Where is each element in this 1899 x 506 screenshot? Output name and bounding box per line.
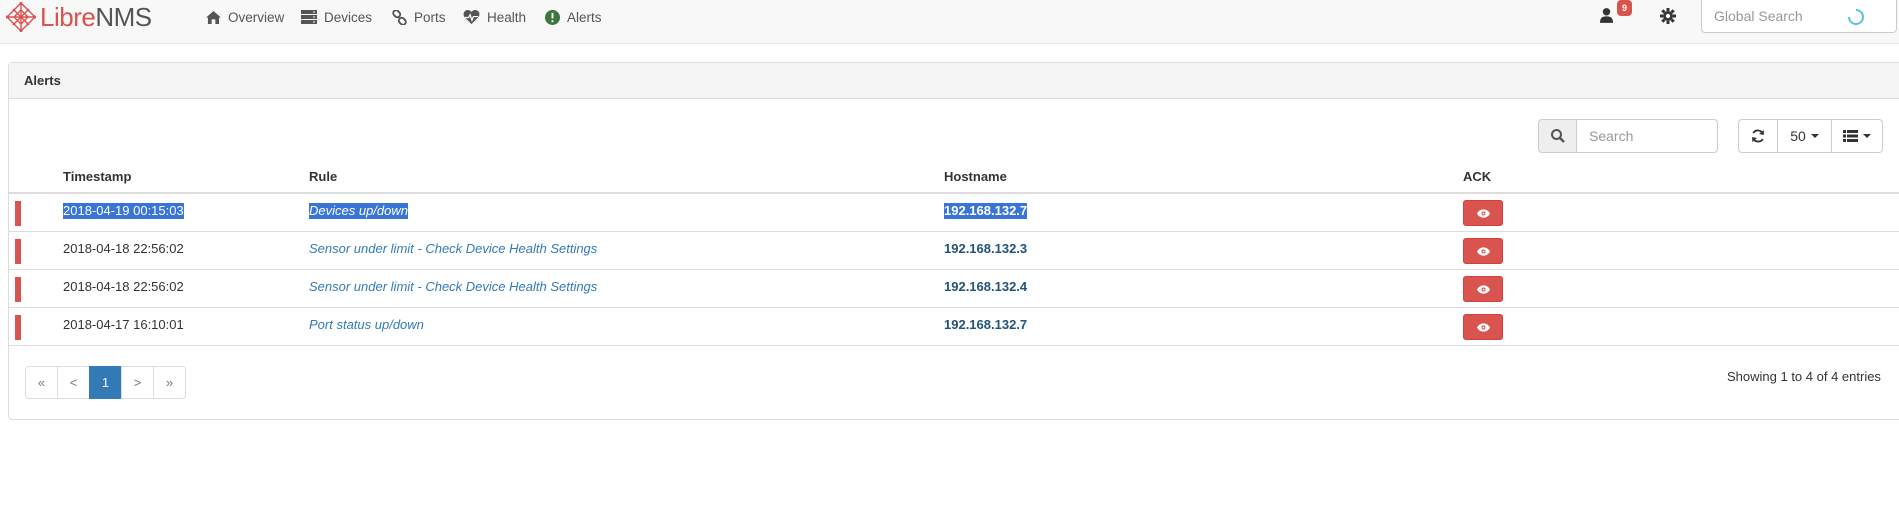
column-header-timestamp[interactable]: Timestamp bbox=[63, 169, 131, 184]
panel-heading: Alerts bbox=[9, 63, 1899, 99]
brand-logo[interactable]: LibreNMS bbox=[6, 0, 152, 34]
alert-hostname-link[interactable]: 192.168.132.3 bbox=[944, 241, 1027, 257]
pagination-next[interactable]: > bbox=[121, 366, 154, 399]
column-header-rule[interactable]: Rule bbox=[309, 169, 337, 184]
notification-badge[interactable]: 9 bbox=[1617, 0, 1632, 16]
table-search-input[interactable] bbox=[1577, 119, 1718, 153]
alert-timestamp: 2018-04-19 00:15:03 bbox=[63, 203, 184, 219]
table-row: 2018-04-18 22:56:02 Sensor under limit -… bbox=[9, 232, 1899, 270]
loading-spinner-icon bbox=[1848, 9, 1864, 25]
alert-hostname-link[interactable]: 192.168.132.4 bbox=[944, 279, 1027, 295]
user-menu[interactable] bbox=[1600, 8, 1613, 26]
brand-name-part1: Libre bbox=[40, 2, 96, 32]
nav-alerts-label: Alerts bbox=[567, 9, 602, 25]
alerts-table: Timestamp Rule Hostname ACK 2018-04-19 0… bbox=[9, 159, 1899, 346]
librenms-logo-icon bbox=[6, 2, 36, 32]
eye-icon bbox=[1476, 246, 1490, 256]
link-icon bbox=[392, 9, 407, 25]
pagination-last[interactable]: » bbox=[153, 366, 186, 399]
alert-rule-link[interactable]: Sensor under limit - Check Device Health… bbox=[309, 241, 597, 257]
caret-down-icon bbox=[1810, 134, 1819, 138]
pagination-info: Showing 1 to 4 of 4 entries bbox=[1727, 369, 1881, 384]
pagination-page-current[interactable]: 1 bbox=[89, 366, 122, 399]
user-icon bbox=[1600, 8, 1613, 23]
brand-name-part2: NMS bbox=[95, 2, 152, 32]
top-navbar: LibreNMS Overview Devices Ports Health A… bbox=[0, 0, 1899, 44]
column-header-hostname[interactable]: Hostname bbox=[944, 169, 1007, 184]
column-selector-dropdown[interactable] bbox=[1832, 119, 1883, 153]
eye-icon bbox=[1476, 284, 1490, 294]
table-row: 2018-04-18 22:56:02 Sensor under limit -… bbox=[9, 270, 1899, 308]
table-row: 2018-04-19 00:15:03 Devices up/down 192.… bbox=[9, 194, 1899, 232]
severity-indicator bbox=[15, 277, 21, 302]
alert-rule-link[interactable]: Port status up/down bbox=[309, 317, 424, 333]
alert-timestamp: 2018-04-17 16:10:01 bbox=[63, 317, 184, 332]
nav-health[interactable]: Health bbox=[463, 0, 526, 34]
brand-name: LibreNMS bbox=[40, 0, 152, 34]
pagination: « < 1 > » bbox=[25, 366, 186, 399]
nav-ports[interactable]: Ports bbox=[392, 0, 446, 34]
alert-hostname-link[interactable]: 192.168.132.7 bbox=[944, 317, 1027, 333]
page-size-dropdown[interactable]: 50 bbox=[1778, 119, 1832, 153]
list-icon bbox=[1843, 130, 1858, 142]
nav-devices[interactable]: Devices bbox=[301, 0, 372, 34]
alerts-panel: Alerts 50 bbox=[8, 62, 1899, 420]
ack-button[interactable] bbox=[1463, 200, 1503, 226]
ack-button[interactable] bbox=[1463, 276, 1503, 302]
server-icon bbox=[301, 10, 317, 24]
refresh-button[interactable] bbox=[1738, 119, 1778, 153]
eye-icon bbox=[1476, 208, 1490, 218]
severity-indicator bbox=[15, 201, 21, 226]
pagination-prev[interactable]: < bbox=[57, 366, 90, 399]
eye-icon bbox=[1476, 322, 1490, 332]
nav-devices-label: Devices bbox=[324, 9, 373, 25]
heartbeat-icon bbox=[463, 9, 480, 24]
nav-overview[interactable]: Overview bbox=[206, 0, 284, 34]
table-row: 2018-04-17 16:10:01 Port status up/down … bbox=[9, 308, 1899, 346]
settings-menu[interactable] bbox=[1660, 8, 1676, 27]
exclamation-circle-icon bbox=[545, 9, 560, 25]
alert-timestamp: 2018-04-18 22:56:02 bbox=[63, 241, 184, 256]
search-addon bbox=[1538, 119, 1577, 153]
gear-icon bbox=[1660, 8, 1676, 24]
global-search-input[interactable] bbox=[1701, 0, 1897, 33]
alert-hostname-link[interactable]: 192.168.132.7 bbox=[944, 203, 1028, 219]
nav-overview-label: Overview bbox=[228, 9, 285, 25]
caret-down-icon bbox=[1863, 134, 1871, 138]
panel-title: Alerts bbox=[24, 73, 61, 88]
table-actions: 50 bbox=[1738, 119, 1883, 153]
alert-rule-link[interactable]: Devices up/down bbox=[309, 203, 408, 219]
nav-health-label: Health bbox=[487, 9, 527, 25]
pagination-first[interactable]: « bbox=[25, 366, 58, 399]
nav-ports-label: Ports bbox=[414, 9, 446, 25]
alert-rule-link[interactable]: Sensor under limit - Check Device Health… bbox=[309, 279, 597, 295]
ack-button[interactable] bbox=[1463, 238, 1503, 264]
page-size-value: 50 bbox=[1790, 128, 1806, 144]
nav-alerts[interactable]: Alerts bbox=[545, 0, 602, 34]
severity-indicator bbox=[15, 315, 21, 340]
table-search-group bbox=[1538, 119, 1718, 153]
table-header: Timestamp Rule Hostname ACK bbox=[9, 159, 1899, 194]
alert-timestamp: 2018-04-18 22:56:02 bbox=[63, 279, 184, 294]
home-icon bbox=[206, 10, 221, 24]
severity-indicator bbox=[15, 239, 21, 264]
ack-button[interactable] bbox=[1463, 314, 1503, 340]
refresh-icon bbox=[1752, 129, 1764, 143]
search-icon bbox=[1550, 129, 1565, 143]
column-header-ack[interactable]: ACK bbox=[1463, 169, 1491, 184]
